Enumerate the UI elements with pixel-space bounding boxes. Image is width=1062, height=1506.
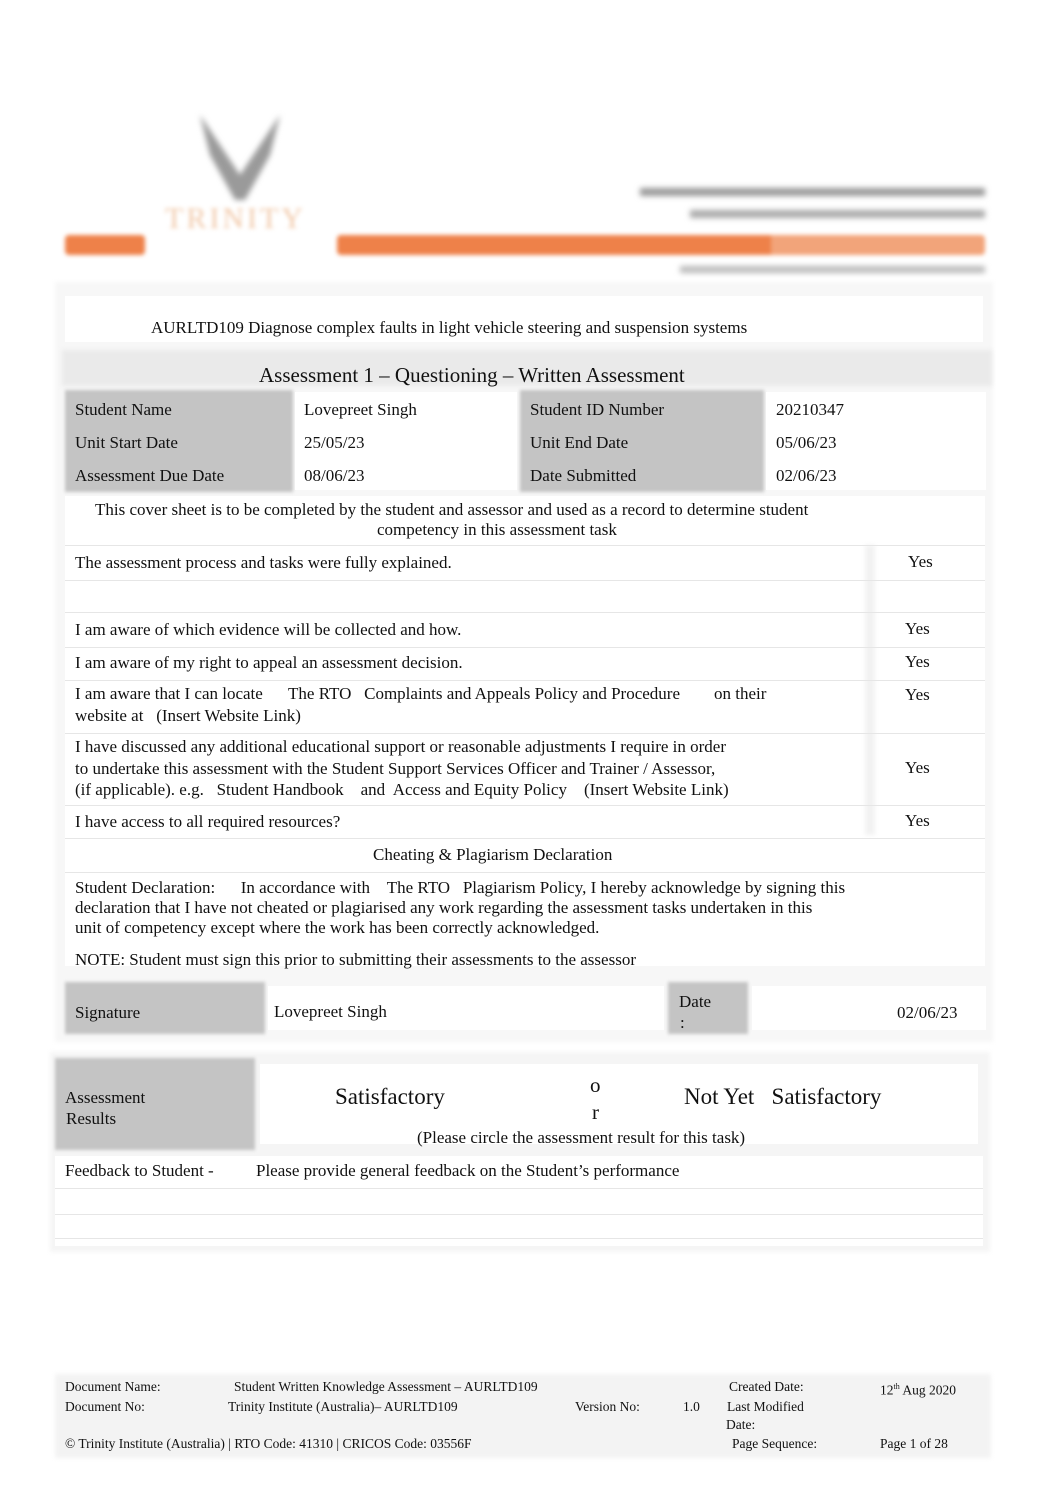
- footer-modified-label: Date:: [726, 1417, 756, 1432]
- column-divider: [865, 545, 875, 835]
- unit-end-value[interactable]: 05/06/23: [776, 433, 836, 453]
- header-bar-right: [337, 235, 985, 255]
- declaration-note: NOTE: Student must sign this prior to su…: [75, 950, 636, 969]
- unit-title: AURLTD109 Diagnose complex faults in lig…: [151, 318, 748, 337]
- row-divider: [65, 647, 985, 648]
- footer-doc-no-label: Document No:: [65, 1399, 145, 1414]
- footer-created-date: 12th Aug 2020: [880, 1378, 956, 1399]
- checklist-answer[interactable]: Yes: [905, 685, 930, 705]
- or-text: o: [590, 1073, 601, 1097]
- row-divider: [65, 680, 985, 681]
- date-submitted-label: Date Submitted: [530, 466, 637, 485]
- created-rest: Aug 2020: [899, 1382, 956, 1398]
- checklist-item: I have discussed any additional educatio…: [75, 737, 726, 756]
- row-divider: [55, 1214, 983, 1215]
- row-divider: [65, 805, 985, 806]
- footer-doc-no: Trinity Institute (Australia)– AURLTD109: [228, 1399, 458, 1414]
- row-divider: [65, 545, 985, 546]
- student-id-label: Student ID Number: [530, 400, 665, 419]
- assessment-title: Assessment 1 – Questioning – Written Ass…: [259, 363, 685, 387]
- declaration-line: unit of competency except where the work…: [75, 918, 600, 937]
- results-instruction: (Please circle the assessment result for…: [417, 1128, 746, 1147]
- row-divider: [65, 872, 985, 873]
- logo: TRINITY: [160, 105, 330, 265]
- student-name-label: Student Name: [75, 400, 172, 419]
- checklist-answer[interactable]: Yes: [905, 652, 930, 672]
- header-blur-text: [640, 188, 985, 196]
- created-day: 12: [880, 1382, 894, 1398]
- cover-note-line: competency in this assessment task: [377, 520, 617, 539]
- footer-page-seq-label: Page Sequence:: [732, 1436, 818, 1451]
- signature-label: Signature: [75, 1003, 141, 1022]
- results-label: Results: [66, 1109, 117, 1128]
- checklist-answer[interactable]: Yes: [905, 619, 930, 639]
- date-label-colon: :: [680, 1013, 685, 1032]
- student-id-value[interactable]: 20210347: [776, 400, 844, 420]
- header-blur-text: [690, 210, 985, 218]
- checklist-item: I am aware of which evidence will be col…: [75, 620, 462, 639]
- declaration-line: Student Declaration: In accordance with …: [75, 878, 846, 897]
- checklist-item: website at (Insert Website Link): [75, 706, 301, 725]
- row-divider: [65, 580, 985, 581]
- checklist-item: The assessment process and tasks were fu…: [75, 553, 452, 572]
- declaration-line: declaration that I have not cheated or p…: [75, 898, 813, 917]
- date-label: Date: [679, 992, 712, 1011]
- checklist-answer[interactable]: Yes: [905, 758, 930, 778]
- row-divider: [65, 733, 985, 734]
- result-not-yet-satisfactory[interactable]: Not Yet Satisfactory: [684, 1084, 881, 1110]
- footer-doc-name-label: Document Name:: [65, 1379, 161, 1394]
- declaration-heading: Cheating & Plagiarism Declaration: [373, 845, 613, 864]
- unit-end-label: Unit End Date: [530, 433, 629, 452]
- footer-copyright: © Trinity Institute (Australia) | RTO Co…: [65, 1436, 472, 1451]
- cover-note-line: This cover sheet is to be completed by t…: [95, 500, 809, 519]
- unit-start-value[interactable]: 25/05/23: [304, 433, 364, 453]
- checklist-item: (if applicable). e.g. Student Handbook a…: [75, 780, 729, 799]
- checklist-answer[interactable]: Yes: [908, 552, 933, 572]
- footer-version-label: Version No:: [575, 1399, 640, 1414]
- result-satisfactory[interactable]: Satisfactory: [335, 1084, 445, 1110]
- header-blur-text: [680, 266, 985, 273]
- checklist-answer[interactable]: Yes: [905, 811, 930, 831]
- feedback-label: Feedback to Student -: [65, 1161, 214, 1180]
- unit-start-label: Unit Start Date: [75, 433, 178, 452]
- signature-value[interactable]: Lovepreet Singh: [274, 1002, 387, 1022]
- footer-doc-name: Student Written Knowledge Assessment – A…: [234, 1379, 538, 1394]
- date-value[interactable]: 02/06/23: [897, 1003, 957, 1023]
- date-submitted-value[interactable]: 02/06/23: [776, 466, 836, 486]
- logo-text: TRINITY: [165, 202, 306, 235]
- header-bar-left: [65, 235, 145, 255]
- student-name-value[interactable]: Lovepreet Singh: [304, 400, 417, 420]
- footer-page-seq: Page 1 of 28: [880, 1436, 948, 1451]
- logo-bird-icon: [200, 115, 280, 200]
- row-divider: [55, 1188, 983, 1189]
- checklist-item: to undertake this assessment with the St…: [75, 759, 716, 778]
- row-divider: [65, 612, 985, 613]
- due-date-value[interactable]: 08/06/23: [304, 466, 364, 486]
- results-label: Assessment: [65, 1088, 146, 1107]
- checklist-item: I have access to all required resources?: [75, 812, 341, 831]
- due-date-label: Assessment Due Date: [75, 466, 225, 485]
- footer-version: 1.0: [683, 1399, 700, 1414]
- or-text: r: [592, 1100, 599, 1124]
- row-divider: [65, 838, 985, 839]
- checklist-item: I am aware of my right to appeal an asse…: [75, 653, 463, 672]
- row-divider: [55, 1238, 983, 1239]
- feedback-prompt: Please provide general feedback on the S…: [256, 1161, 680, 1180]
- checklist-item: I am aware that I can locate The RTO Com…: [75, 684, 767, 703]
- document-page: TRINITY AURLTD109 Diagnose complex fault…: [0, 0, 1062, 1506]
- footer-modified-label: Last Modified: [727, 1399, 804, 1414]
- footer-created-label: Created Date:: [729, 1379, 804, 1394]
